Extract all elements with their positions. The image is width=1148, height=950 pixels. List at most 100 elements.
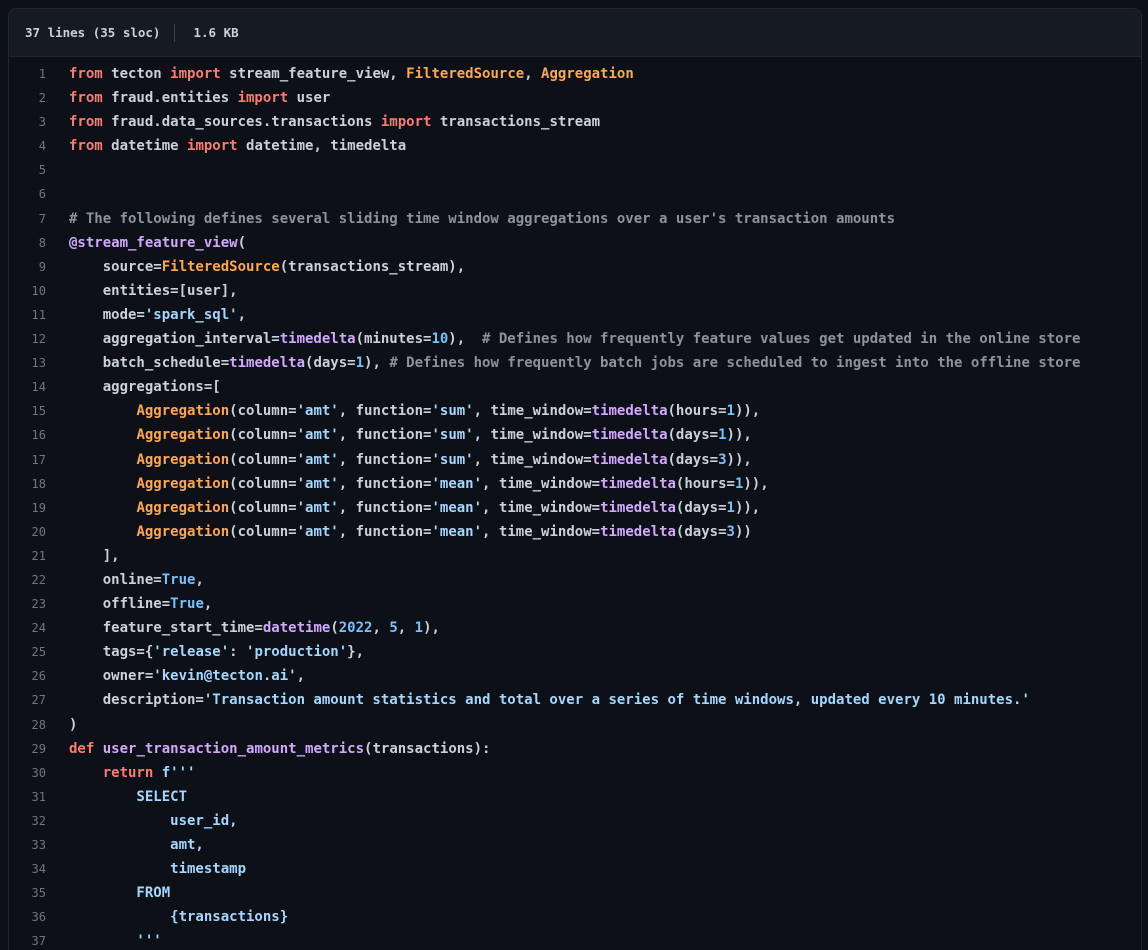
code-token: (column=: [229, 403, 297, 420]
line-number[interactable]: 33: [9, 833, 46, 857]
code-token: aggregation_interval=: [69, 331, 280, 348]
code-token: ),: [423, 620, 440, 637]
code-token: batch_schedule=: [69, 355, 230, 372]
code-token: f''': [161, 764, 196, 781]
code-token: fraud.entities: [102, 90, 238, 107]
line-number[interactable]: 28: [9, 713, 46, 737]
code-token: datetime, timedelta: [237, 138, 407, 155]
line-number[interactable]: 6: [9, 182, 46, 206]
code-token: # Defines how frequently batch jobs are …: [389, 355, 1081, 372]
code-token: 'mean': [431, 475, 483, 492]
line-number[interactable]: 11: [9, 303, 46, 327]
line-number[interactable]: 14: [9, 375, 46, 399]
header-divider: [174, 23, 176, 42]
code-line: 19 Aggregation(column='amt', function='m…: [9, 496, 1141, 520]
code-token: 'mean': [431, 523, 483, 540]
line-number[interactable]: 30: [9, 761, 46, 785]
code-token: Aggregation: [136, 451, 230, 468]
file-info-header: 37 lines (35 sloc) 1.6 KB: [9, 9, 1141, 57]
line-number[interactable]: 27: [9, 688, 46, 712]
code-token: import: [380, 114, 432, 131]
line-content: ''': [46, 929, 161, 950]
code-token: ],: [69, 547, 120, 564]
line-number[interactable]: 4: [9, 134, 46, 158]
code-line: 11 mode='spark_sql',: [9, 303, 1141, 327]
code-token: tags={: [69, 644, 154, 661]
code-token: ,: [372, 620, 390, 637]
code-token: 'production': [246, 644, 348, 661]
file-blob-container: 37 lines (35 sloc) 1.6 KB 1 from tecton i…: [8, 8, 1142, 950]
line-number[interactable]: 17: [9, 448, 46, 472]
code-token: timedelta: [591, 427, 668, 444]
code-token: 'Transaction amount statistics and total…: [203, 692, 1030, 709]
line-number[interactable]: 26: [9, 664, 46, 688]
line-number[interactable]: 15: [9, 399, 46, 423]
code-token: source=: [69, 258, 162, 275]
line-number[interactable]: 31: [9, 785, 46, 809]
code-token: ): [69, 716, 78, 733]
line-number[interactable]: 22: [9, 568, 46, 592]
line-number[interactable]: 12: [9, 327, 46, 351]
code-token: 1: [355, 355, 365, 372]
code-token: ,: [203, 596, 213, 613]
line-number[interactable]: 37: [9, 929, 46, 950]
line-content: # The following defines several sliding …: [46, 207, 895, 231]
line-number[interactable]: 10: [9, 279, 46, 303]
code-token: 'amt': [296, 451, 339, 468]
code-token: )),: [743, 475, 769, 492]
line-number[interactable]: 32: [9, 809, 46, 833]
code-token: 1: [718, 427, 727, 444]
code-token: (days=: [667, 427, 719, 444]
line-content: amt,: [46, 833, 204, 857]
line-number[interactable]: 25: [9, 640, 46, 664]
line-number[interactable]: 29: [9, 737, 46, 761]
line-number[interactable]: 7: [9, 207, 46, 231]
line-number[interactable]: 34: [9, 857, 46, 881]
code-token: ,: [397, 620, 415, 637]
code-token: timestamp: [69, 861, 247, 878]
code-line: 5: [9, 158, 1141, 182]
line-number[interactable]: 2: [9, 86, 46, 110]
line-number[interactable]: 35: [9, 881, 46, 905]
code-token: 'amt': [296, 427, 339, 444]
line-number[interactable]: 16: [9, 423, 46, 447]
line-number[interactable]: 3: [9, 110, 46, 134]
line-content: user_id,: [46, 809, 238, 833]
code-token: , function=: [338, 499, 432, 516]
code-token: FilteredSource: [161, 258, 280, 275]
line-number[interactable]: 13: [9, 351, 46, 375]
code-token: 1: [414, 620, 424, 637]
code-token: entities=[user],: [69, 282, 238, 299]
code-token: )),: [726, 427, 752, 444]
line-number[interactable]: 23: [9, 592, 46, 616]
code-token: 3: [726, 523, 735, 540]
code-token: description=: [69, 692, 204, 709]
line-number[interactable]: 18: [9, 472, 46, 496]
code-line: 14 aggregations=[: [9, 375, 1141, 399]
line-number[interactable]: 21: [9, 544, 46, 568]
code-token: , function=: [338, 403, 432, 420]
code-lines: 1 from tecton import stream_feature_view,…: [9, 62, 1141, 950]
line-number[interactable]: 5: [9, 158, 46, 182]
line-number[interactable]: 20: [9, 520, 46, 544]
line-number[interactable]: 19: [9, 496, 46, 520]
line-number[interactable]: 24: [9, 616, 46, 640]
code-line: 6: [9, 182, 1141, 206]
line-number[interactable]: 8: [9, 231, 46, 255]
code-line: 37 ''': [9, 929, 1141, 950]
line-number[interactable]: 1: [9, 62, 46, 86]
code-line: 32 user_id,: [9, 809, 1141, 833]
line-content: from tecton import stream_feature_view, …: [46, 62, 634, 86]
code-token: user_id,: [69, 812, 238, 829]
code-token: @stream_feature_view: [69, 234, 238, 251]
line-content: mode='spark_sql',: [46, 303, 246, 327]
line-content: tags={'release': 'production'},: [46, 640, 364, 664]
line-content: FROM: [46, 881, 170, 905]
code-token: ),: [448, 331, 483, 348]
line-number[interactable]: 9: [9, 255, 46, 279]
code-token: from: [69, 90, 103, 107]
line-number[interactable]: 36: [9, 905, 46, 929]
